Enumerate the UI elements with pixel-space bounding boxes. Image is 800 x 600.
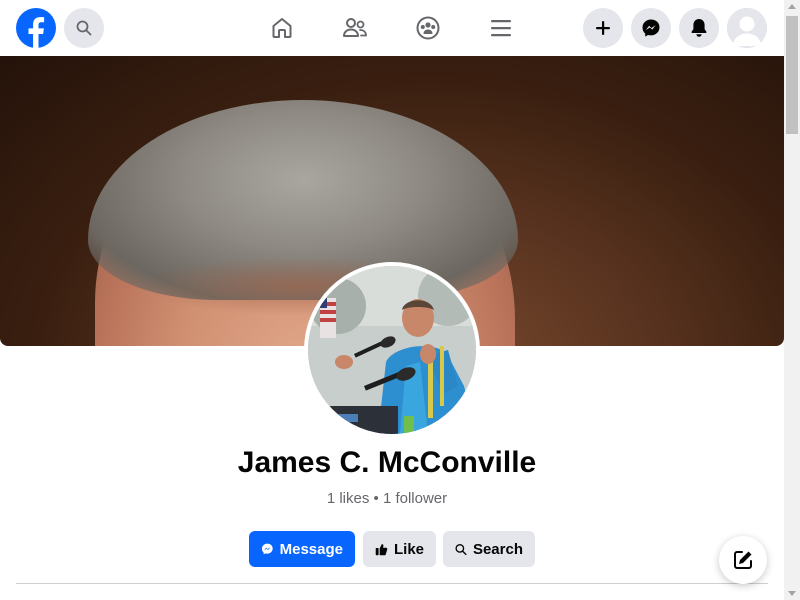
- search-icon: [76, 20, 92, 36]
- nav-home[interactable]: [266, 12, 298, 44]
- profile-name: James C. McConville: [237, 446, 537, 479]
- top-navigation-bar: [0, 0, 784, 56]
- nav-friends[interactable]: [339, 12, 371, 44]
- search-button[interactable]: [64, 8, 104, 48]
- facebook-logo-icon[interactable]: [16, 8, 56, 48]
- groups-icon: [416, 16, 440, 40]
- profile-stats[interactable]: 1 likes • 1 follower: [0, 490, 774, 507]
- thumbs-up-icon: [375, 543, 388, 555]
- section-divider: [16, 583, 768, 584]
- page-search-button[interactable]: Search: [443, 531, 535, 567]
- notifications-button[interactable]: [679, 8, 719, 48]
- account-avatar[interactable]: [727, 8, 767, 48]
- plus-icon: [596, 21, 610, 35]
- messenger-icon: [261, 543, 273, 555]
- nav-groups[interactable]: [412, 12, 444, 44]
- messenger-icon: [642, 19, 660, 37]
- profile-picture[interactable]: [304, 262, 480, 438]
- scroll-down-arrow-icon[interactable]: [788, 591, 796, 596]
- message-button-label: Message: [279, 540, 343, 558]
- friends-icon: [343, 18, 367, 37]
- like-button[interactable]: Like: [363, 531, 436, 567]
- nav-menu[interactable]: [485, 12, 517, 44]
- scrollbar-thumb[interactable]: [786, 16, 798, 134]
- compose-icon: [734, 551, 752, 569]
- profile-picture-image: [308, 266, 476, 434]
- page-scrollbar[interactable]: [784, 0, 800, 600]
- profile-page: James C. McConville 1 likes • 1 follower…: [0, 0, 800, 600]
- create-button[interactable]: [583, 8, 623, 48]
- search-icon: [455, 543, 467, 555]
- home-icon: [272, 18, 292, 38]
- message-button[interactable]: Message: [249, 531, 355, 567]
- search-button-label: Search: [472, 540, 523, 558]
- new-message-button[interactable]: [719, 536, 767, 584]
- messenger-button[interactable]: [631, 8, 671, 48]
- scroll-up-arrow-icon[interactable]: [788, 4, 796, 9]
- like-button-label: Like: [393, 540, 424, 558]
- bell-icon: [691, 19, 707, 37]
- menu-icon: [491, 20, 511, 37]
